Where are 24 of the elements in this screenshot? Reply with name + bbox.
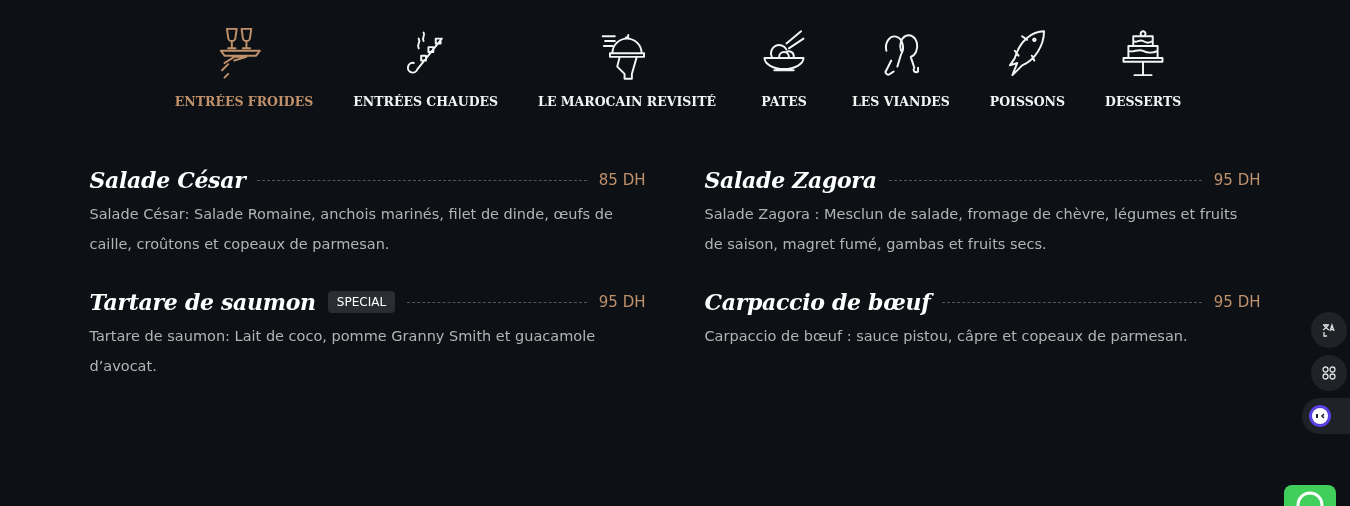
dish-description: Tartare de saumon: Lait de coco, pomme Granny Smith et guacamole d’avocat.: [89, 327, 597, 376]
dish-name: Salade César: [89, 167, 246, 193]
category-tab[interactable]: ENTRÉES FROIDES: [174, 24, 314, 109]
category-tab[interactable]: DESSERTS: [1105, 24, 1182, 109]
translate-icon[interactable]: [1311, 312, 1347, 348]
dish-description: Salade César: Salade Romaine, anchois marinés, filet de dinde, œufs de caille, croûtons et copeaux de parmesan.: [89, 205, 614, 254]
apps-icon[interactable]: [1311, 355, 1347, 391]
dish-name: Tartare de saumon: [89, 289, 316, 315]
category-tab[interactable]: PATES: [756, 24, 812, 109]
dish-name: Salade Zagora: [704, 167, 877, 193]
dish-price: 85 DH: [598, 171, 646, 189]
dish-description: Carpaccio de bœuf : sauce pistou, câpre et copeaux de parmesan.: [704, 327, 1189, 346]
assistant-button[interactable]: [1302, 398, 1350, 434]
dish-price: 95 DH: [598, 293, 646, 311]
whatsapp-button[interactable]: [1284, 485, 1336, 506]
dish-description: Salade Zagora : Mesclun de salade, fromage de chèvre, légumes et fruits de saison, magret fumé, gambas et fruits secs.: [704, 205, 1239, 254]
category-tab[interactable]: POISSONS: [989, 24, 1066, 109]
special-badge: SPECIAL: [327, 291, 396, 313]
dish-price: 95 DH: [1213, 293, 1261, 311]
category-tab[interactable]: LE MAROCAIN REVISITÉ: [538, 24, 716, 109]
category-tab[interactable]: LES VIANDES: [852, 24, 950, 109]
robot-face-icon: [1308, 404, 1332, 428]
category-tab[interactable]: ENTRÉES CHAUDES: [353, 24, 499, 109]
dish-price: 95 DH: [1213, 171, 1261, 189]
